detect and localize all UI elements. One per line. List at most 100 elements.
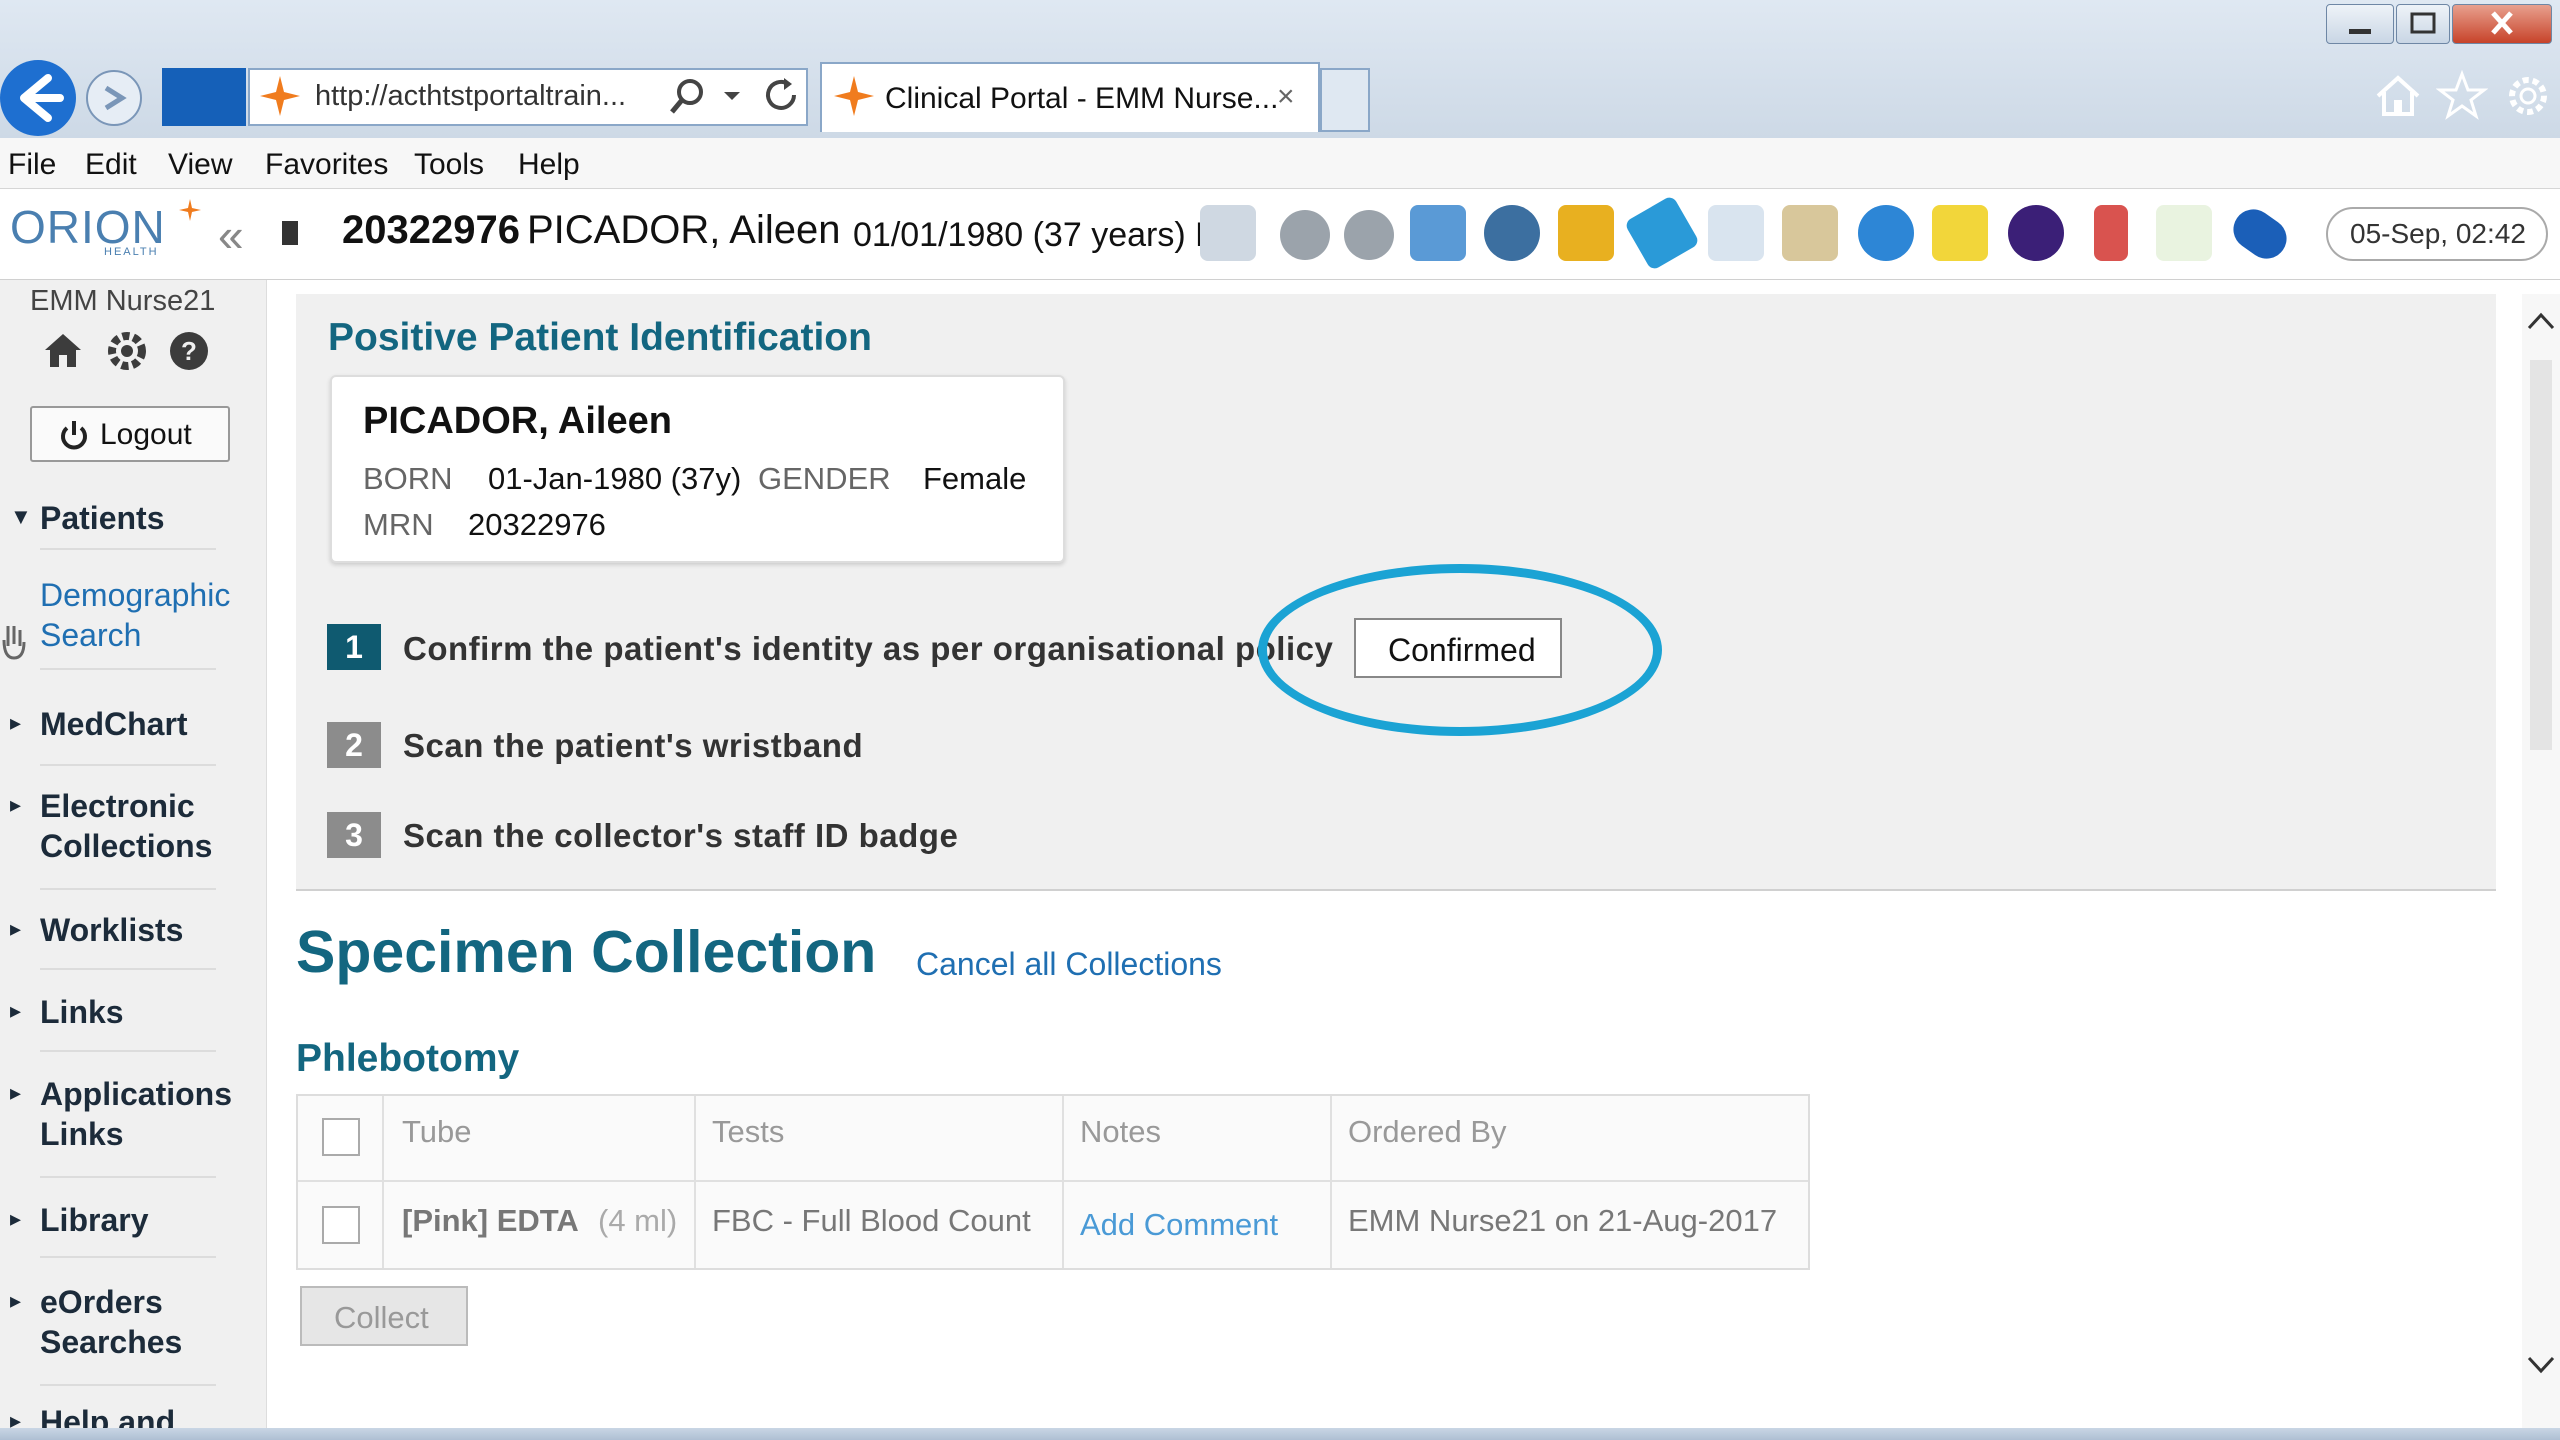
step-1-number: 1 [327,624,381,670]
mrn-value: 20322976 [468,507,606,542]
menu-help[interactable]: Help [518,148,580,182]
calendar-icon[interactable] [1708,205,1764,261]
folder-icon[interactable] [1558,205,1614,261]
logout-label: Logout [100,418,192,451]
cancel-all-link[interactable]: Cancel all Collections [916,946,1222,983]
favorites-star-icon[interactable] [2436,70,2488,122]
menu-tools[interactable]: Tools [414,148,484,182]
nav-divider [40,888,216,890]
power-icon [61,421,87,450]
minimize-button[interactable] [2326,4,2394,44]
back-arrow-icon [20,74,64,122]
menu-file[interactable]: File [8,148,56,182]
nav-divider [40,968,216,970]
notes-pencil-icon[interactable] [1932,205,1988,261]
user-name: EMM Nurse21 [30,285,216,317]
row-checkbox[interactable] [322,1206,360,1244]
scrollbar-thumb[interactable] [2530,360,2552,750]
settings-gear-icon[interactable] [2502,70,2554,122]
collect-label: Collect [334,1300,429,1335]
collapsed-caret-icon: ▸ [10,792,22,817]
column-divider [1062,1096,1064,1268]
thermometer-icon[interactable] [2094,205,2128,261]
column-header-tube: Tube [402,1114,472,1149]
collapsed-caret-icon: ▸ [10,1288,22,1313]
close-icon [2491,11,2513,35]
gender-value: Female [923,461,1027,496]
refresh-icon[interactable] [760,74,802,116]
help-icon[interactable]: ? [168,330,210,372]
collapse-sidebar-icon[interactable]: « [218,208,244,262]
menu-favorites[interactable]: Favorites [265,148,388,182]
table-header-divider [298,1180,1808,1182]
url-text: http://acthtstportaltrain... [315,80,627,112]
patient-dob: 01/01/1980 (37 years) F [853,216,1216,254]
minimize-icon [2349,29,2371,34]
menu-view[interactable]: View [168,148,232,182]
tab-close-icon[interactable]: × [1277,80,1295,114]
mrn-label: MRN [363,507,434,542]
patient-card-icon[interactable] [1200,205,1256,261]
step-3-text: Scan the collector's staff ID badge [403,817,959,854]
forward-button[interactable] [86,70,142,126]
nav-help-and[interactable]: Help and [40,1402,175,1428]
nav-divider [40,1050,216,1052]
born-label: BORN [363,461,453,496]
nav-eorders-searches[interactable]: eOrders Searches [40,1282,240,1362]
help-icon[interactable] [1858,205,1914,261]
nav-patients[interactable]: Patients [40,498,164,538]
nav-divider [40,1176,216,1178]
nav-worklists[interactable]: Worklists [40,910,183,950]
badge-v-icon[interactable] [2008,205,2064,261]
nav-links[interactable]: Links [40,992,124,1032]
step-3-number: 3 [327,812,381,858]
nav-medchart[interactable]: MedChart [40,704,188,744]
demographics-icon[interactable] [1410,205,1466,261]
tube-name: [Pink] EDTA [402,1203,579,1238]
scroll-down-icon[interactable] [2526,1354,2556,1376]
orion-logo-subtitle: HEALTH [104,246,159,258]
down-arrow-icon[interactable] [1344,210,1394,260]
pin-icon[interactable] [282,221,298,245]
datetime: 05-Sep, 02:42 [2350,218,2526,249]
maximize-button[interactable] [2396,4,2450,44]
new-tab-button[interactable] [1320,68,1370,132]
nav-demographic-search[interactable]: Demographic Search [40,575,240,655]
step-2-number: 2 [327,722,381,768]
add-comment-link[interactable]: Add Comment [1080,1207,1278,1243]
scroll-up-icon[interactable] [2526,310,2556,332]
home-icon[interactable] [42,330,84,370]
svg-text:?: ? [181,336,197,366]
menu-edit[interactable]: Edit [85,148,137,182]
collapsed-caret-icon: ▸ [10,998,22,1023]
settings-icon[interactable] [106,330,148,372]
home-icon[interactable] [2372,70,2424,122]
patient-mrn: 20322976 [342,208,520,252]
nav-applications-links[interactable]: Applications Links [40,1074,250,1154]
collapsed-caret-icon: ▸ [10,1206,22,1231]
nav-library[interactable]: Library [40,1200,148,1240]
maximize-icon [2410,12,2436,34]
nav-divider [40,1384,216,1386]
drag-hand-icon[interactable] [0,622,28,662]
card-patient-name: PICADOR, Aileen [363,400,672,442]
select-all-checkbox[interactable] [322,1118,360,1156]
back-button[interactable] [0,60,76,136]
collapsed-caret-icon: ▸ [10,1080,22,1105]
document-icon[interactable] [1782,205,1838,261]
highlight-circle [1258,564,1662,736]
column-header-notes: Notes [1080,1114,1161,1149]
column-divider [694,1096,696,1268]
close-window-button[interactable] [2452,4,2552,44]
search-icon[interactable] [668,76,708,116]
stethoscope-icon[interactable] [1484,205,1540,261]
column-header-ordered-by: Ordered By [1348,1114,1507,1149]
tab-favicon-icon [834,76,874,116]
up-arrow-icon[interactable] [1280,210,1330,260]
logo-star-icon [179,199,201,221]
chart-trend-icon[interactable] [2156,205,2212,261]
dropdown-icon[interactable] [722,90,742,104]
nav-electronic-collections[interactable]: Electronic Collections [40,786,240,866]
ordered-by: EMM Nurse21 on 21-Aug-2017 [1348,1203,1778,1238]
born-value: 01-Jan-1980 (37y) [488,461,742,496]
